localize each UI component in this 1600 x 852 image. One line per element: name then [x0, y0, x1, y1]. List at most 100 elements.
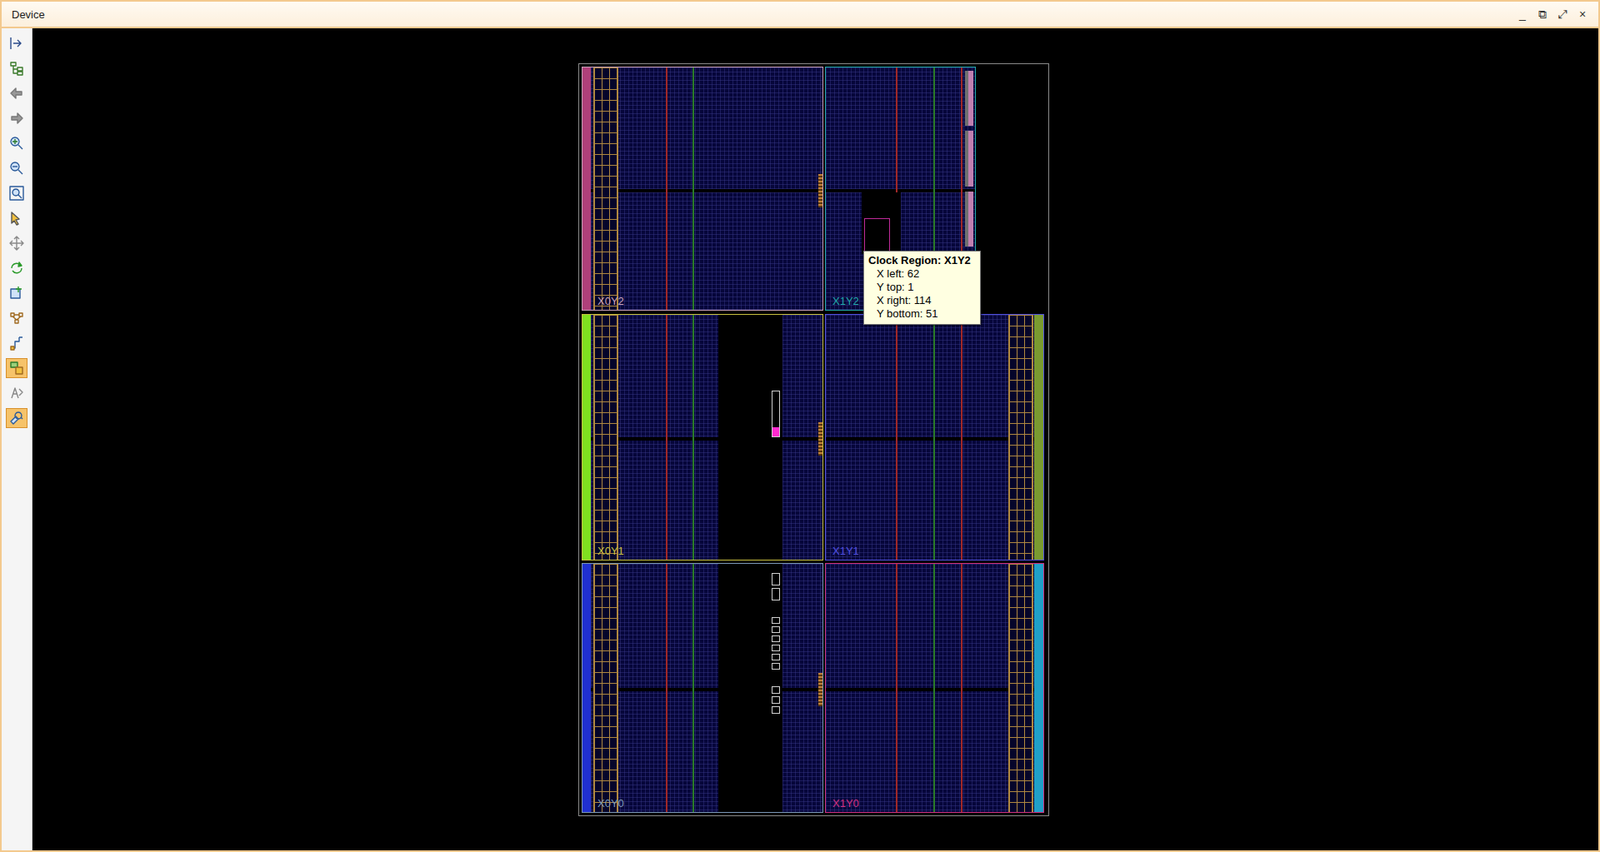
toolbar-button[interactable]: [5, 83, 28, 104]
toolbar-button[interactable]: [5, 208, 28, 229]
toolbar-button[interactable]: [5, 358, 28, 379]
io-column: [1008, 315, 1034, 560]
tooltip-line: X left: 62: [868, 267, 975, 281]
hierarchy-icon: [8, 60, 25, 77]
tooltip-line: Y bottom: 51: [868, 307, 975, 321]
io-bank-bar: [1034, 315, 1044, 560]
site-marker: [771, 390, 780, 438]
auto-fit-icon: [8, 35, 25, 52]
empty-area: [861, 192, 901, 255]
clock-region[interactable]: X0Y1: [581, 314, 824, 561]
dsp-column: [933, 564, 935, 813]
zoom-out-icon: [8, 160, 25, 177]
toolbar-button[interactable]: [5, 158, 28, 179]
selected-site: [772, 427, 780, 437]
site-marker: [771, 696, 780, 705]
io-bank-bar: [582, 67, 591, 310]
device-canvas[interactable]: X0Y2 X1Y2 X0Y1 X1Y1 X0Y0 X1Y0 Clock Region: X1…: [32, 28, 1599, 851]
bram-column: [665, 67, 668, 310]
gt-tile: [965, 130, 974, 186]
site-marker: [771, 706, 780, 715]
clock-region[interactable]: X1Y1: [825, 314, 1045, 561]
dsp-column: [692, 67, 695, 310]
site-marker: [771, 626, 780, 634]
region-label: X0Y0: [597, 797, 625, 811]
io-column: [593, 315, 619, 560]
move-icon: [8, 235, 25, 252]
site-marker: [771, 645, 780, 652]
empty-area: [718, 315, 783, 560]
window-title: Device: [11, 8, 45, 21]
toolbar-button[interactable]: [5, 283, 28, 304]
tooltip-title: Clock Region: X1Y2: [868, 254, 975, 268]
clock-spine: [582, 189, 823, 193]
site-marker: [771, 617, 780, 625]
clock-spine: [582, 688, 823, 692]
toolbar-button[interactable]: [5, 408, 28, 429]
region-label: X1Y1: [832, 545, 860, 559]
toolbar-button[interactable]: [5, 383, 28, 404]
title-bar: Device _ ⧉ ⤢ ×: [1, 1, 1599, 29]
region-label: X0Y1: [597, 545, 625, 559]
toolbar-button[interactable]: [5, 258, 28, 279]
site-marker-stack: [771, 573, 780, 715]
toolbar-button[interactable]: [5, 308, 28, 329]
tooltip-line: Y top: 1: [868, 280, 975, 295]
site-marker: [771, 686, 780, 695]
toolbar-button[interactable]: [5, 183, 28, 204]
hclk-tile: [818, 673, 823, 707]
nets-icon: [8, 310, 25, 327]
bram-column: [960, 564, 963, 813]
toolbar-button[interactable]: [5, 58, 28, 79]
clock-region[interactable]: X0Y2: [581, 66, 824, 311]
window-control-button[interactable]: ×: [1576, 7, 1589, 21]
find-icon: [8, 410, 25, 427]
bram-column: [895, 564, 898, 813]
tooltip: Clock Region: X1Y2X left: 62Y top: 1X ri…: [863, 250, 981, 325]
toolbar: [1, 28, 33, 851]
add-pblock-icon: [8, 285, 25, 302]
device-body: X0Y2 X1Y2 X0Y1 X1Y1 X0Y0 X1Y0 Clock Region: X1…: [1, 28, 1599, 851]
device-outline: X0Y2 X1Y2 X0Y1 X1Y1 X0Y0 X1Y0: [578, 63, 1050, 817]
hclk-tile: [818, 422, 823, 456]
dsp-column: [692, 564, 695, 813]
window-controls: _ ⧉ ⤢ ×: [1516, 7, 1589, 22]
routing-icon: [8, 335, 25, 352]
toolbar-button[interactable]: [5, 33, 28, 54]
highlight-icon: [8, 360, 25, 377]
toolbar-button[interactable]: [5, 108, 28, 129]
io-column: [593, 67, 619, 310]
bram-column: [960, 315, 963, 560]
site-marker: [771, 573, 780, 586]
gt-tile: [965, 70, 974, 126]
toolbar-button[interactable]: [5, 133, 28, 154]
window-control-button[interactable]: _: [1516, 7, 1529, 21]
site-marker: [771, 635, 780, 643]
back-icon: [8, 85, 25, 102]
zoom-fit-icon: [8, 185, 25, 202]
select-icon: [8, 210, 25, 227]
clock-region[interactable]: X1Y0: [825, 563, 1045, 814]
site-marker: [771, 654, 780, 661]
bram-column: [665, 315, 668, 560]
empty-area: [718, 564, 783, 813]
region-label: X1Y0: [832, 797, 860, 811]
io-bank-bar: [582, 315, 591, 560]
io-bank-bar: [1034, 564, 1044, 813]
toolbar-button[interactable]: [5, 233, 28, 254]
dsp-column: [692, 315, 695, 560]
spacer: [771, 672, 780, 685]
dsp-column: [933, 315, 935, 560]
bram-column: [665, 564, 668, 813]
region-label: X1Y2: [832, 295, 860, 309]
io-column: [1008, 564, 1034, 813]
io-column: [593, 564, 619, 813]
tooltip-line: X right: 114: [868, 294, 975, 308]
window-control-button[interactable]: ⤢: [1556, 7, 1569, 22]
window-control-button[interactable]: ⧉: [1536, 7, 1549, 22]
clock-region[interactable]: X0Y0: [581, 563, 824, 814]
toolbar-button[interactable]: [5, 333, 28, 354]
zoom-in-icon: [8, 135, 25, 152]
site-marker: [771, 663, 780, 670]
mark-icon: [8, 385, 25, 402]
